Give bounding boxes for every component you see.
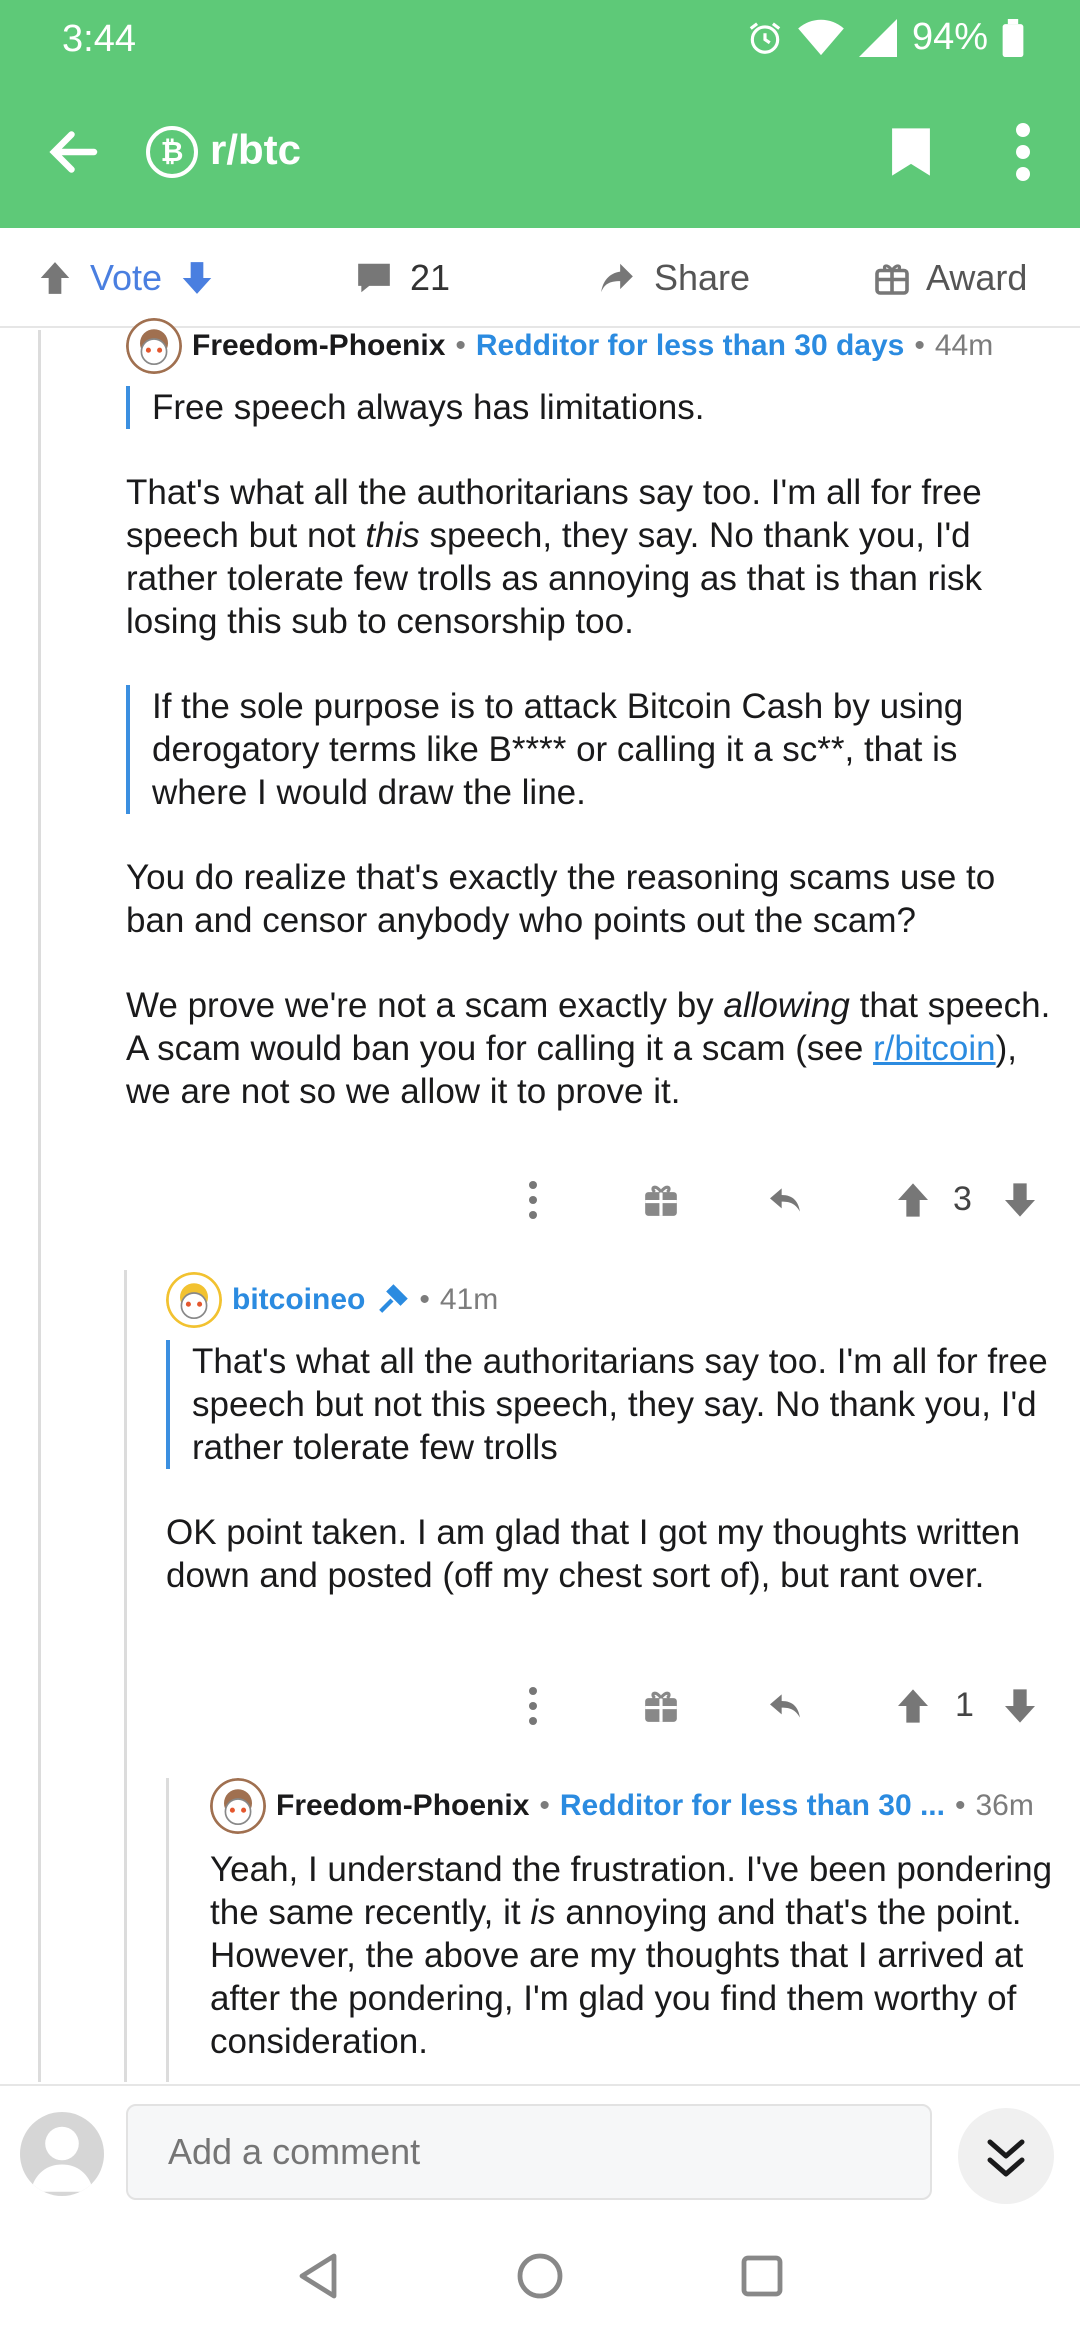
status-bar: 3:44 94%: [0, 0, 1080, 80]
separator-dot: •: [419, 1283, 430, 1316]
avatar[interactable]: [210, 1778, 266, 1834]
award-icon[interactable]: [642, 1181, 680, 1219]
comment-paragraph: Yeah, I understand the frustration. I've…: [210, 1848, 1060, 2063]
comment: Freedom-Phoenix • Redditor for less than…: [210, 1778, 1060, 2063]
bookmark-icon[interactable]: [888, 126, 934, 178]
share-icon: [601, 263, 633, 293]
vote-control: Vote: [36, 228, 216, 328]
comment-composer-bar: [0, 2084, 1080, 2214]
reply-icon[interactable]: [764, 1180, 806, 1220]
downvote-icon[interactable]: [178, 259, 216, 297]
battery-percent: 94%: [911, 16, 988, 58]
emphasis-text: allowing: [723, 986, 850, 1025]
post-action-bar: Vote 21 Share Award: [0, 228, 1080, 328]
upvote-icon[interactable]: [893, 1686, 933, 1726]
nav-back-icon[interactable]: [296, 2252, 340, 2300]
comment-paragraph: OK point taken. I am glad that I got my …: [166, 1513, 1021, 1595]
subreddit-icon: ₿: [146, 126, 198, 178]
username[interactable]: bitcoineo: [232, 1283, 365, 1317]
user-silhouette-icon: [30, 2126, 94, 2192]
comment-paragraph: You do realize that's exactly the reason…: [126, 858, 996, 940]
alarm-icon: [749, 21, 781, 54]
back-arrow-icon[interactable]: [44, 122, 104, 182]
share-button[interactable]: Share: [596, 228, 750, 328]
comment-age: 41m: [439, 1283, 499, 1316]
wifi-icon: [798, 19, 844, 55]
collapse-button[interactable]: [958, 2108, 1054, 2204]
system-nav-bar: [0, 2214, 1080, 2340]
username[interactable]: Freedom-Phoenix: [276, 1789, 529, 1823]
upvote-icon[interactable]: [36, 259, 74, 297]
vote-label: Vote: [90, 257, 163, 298]
block-quote: If the sole purpose is to attack Bitcoin…: [126, 685, 1056, 814]
signal-icon: [858, 18, 897, 57]
downvote-icon[interactable]: [1000, 1180, 1040, 1220]
add-comment-input[interactable]: [126, 2104, 932, 2200]
comment: bitcoineo • 41m That's what all the auth…: [166, 1272, 1056, 1597]
reply-icon[interactable]: [764, 1686, 806, 1726]
user-flair: Redditor for less than 30 days: [475, 329, 905, 362]
downvote-icon[interactable]: [1000, 1686, 1040, 1726]
user-avatar[interactable]: [20, 2112, 104, 2196]
separator-dot: •: [914, 329, 925, 362]
share-label: Share: [654, 257, 751, 298]
more-options-icon[interactable]: [525, 1180, 541, 1220]
chevrons-down-icon: [987, 2139, 1025, 2177]
comment-age: 44m: [934, 329, 994, 362]
username[interactable]: Freedom-Phoenix: [192, 329, 445, 363]
moderator-icon: [379, 1284, 409, 1313]
emphasis-text: is: [530, 1893, 556, 1932]
thread-line: [124, 1270, 127, 2082]
user-flair: Redditor for less than 30 ...: [559, 1789, 945, 1822]
nav-recents-icon[interactable]: [740, 2254, 784, 2298]
nav-home-icon[interactable]: [516, 2252, 564, 2300]
comments-count-button[interactable]: 21: [354, 228, 450, 328]
comment-header: Freedom-Phoenix • Redditor for less than…: [126, 318, 1056, 374]
text-run: We prove we're not a scam exactly by: [126, 986, 724, 1025]
comment-score: 1: [955, 1686, 974, 1724]
more-options-icon[interactable]: [1008, 122, 1038, 182]
comment-paragraph: That's what all the authoritarians say t…: [126, 471, 1056, 643]
upvote-icon[interactable]: [893, 1180, 933, 1220]
more-options-icon[interactable]: [525, 1686, 541, 1726]
thread-line: [38, 330, 41, 2082]
block-quote: Free speech always has limitations.: [126, 386, 1056, 429]
subreddit-name[interactable]: r/btc: [210, 126, 301, 174]
status-icons: 94%: [746, 16, 1024, 59]
status-time: 3:44: [62, 18, 136, 60]
app-bar: ₿ r/btc: [0, 96, 1080, 208]
block-quote: That's what all the authoritarians say t…: [166, 1340, 1056, 1469]
comment-header: Freedom-Phoenix • Redditor for less than…: [210, 1778, 1060, 1834]
subreddit-link[interactable]: r/bitcoin: [873, 1029, 996, 1068]
separator-dot: •: [455, 329, 466, 362]
comment: Freedom-Phoenix • Redditor for less than…: [126, 318, 1056, 1113]
thread-line: [166, 1778, 169, 2082]
award-icon[interactable]: [642, 1687, 680, 1725]
emphasis-text: this: [365, 516, 420, 555]
top-bar: 3:44 94% ₿ r/btc: [0, 0, 1080, 228]
award-label: Award: [926, 257, 1028, 298]
comment-paragraph: We prove we're not a scam exactly by all…: [126, 984, 1056, 1113]
comments-count: 21: [410, 257, 451, 298]
battery-icon: [1002, 18, 1024, 57]
award-button[interactable]: Award: [874, 228, 1027, 328]
separator-dot: •: [539, 1789, 550, 1822]
comment-score: 3: [953, 1180, 972, 1218]
separator-dot: •: [954, 1789, 966, 1822]
comment-header: bitcoineo • 41m: [166, 1272, 1056, 1328]
avatar[interactable]: [126, 318, 182, 374]
comment-age: 36m: [975, 1789, 1034, 1822]
comment-icon: [358, 263, 390, 293]
avatar[interactable]: [166, 1272, 222, 1328]
award-icon: [875, 264, 909, 295]
